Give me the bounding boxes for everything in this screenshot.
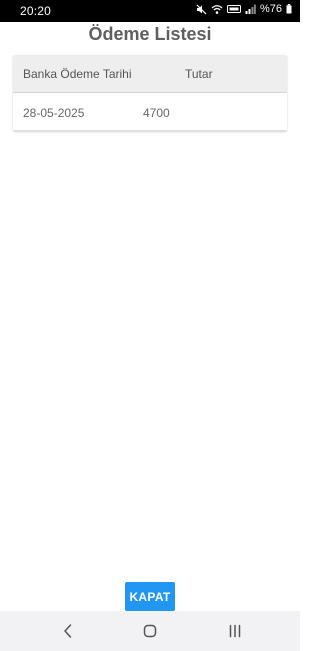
status-time: 20:20: [20, 4, 52, 18]
recents-icon[interactable]: [223, 621, 247, 641]
table-header: Banka Ödeme Tarihi Tutar: [13, 55, 287, 93]
battery-percent: %76: [259, 3, 282, 15]
volte-icon: [226, 4, 241, 14]
battery-icon: [286, 4, 292, 14]
status-icons: %76: [196, 3, 292, 15]
column-header-amount: Tutar: [185, 67, 213, 81]
signal-icon: [245, 4, 256, 14]
cell-amount: 4700: [143, 106, 170, 120]
page-title: Ödeme Listesi: [88, 24, 212, 44]
cell-payment-date: 28-05-2025: [23, 106, 85, 120]
close-button[interactable]: KAPAT: [125, 582, 175, 611]
wifi-icon: [211, 4, 223, 15]
back-icon[interactable]: [56, 621, 80, 641]
status-bar: 20:20 %76: [0, 0, 300, 22]
column-header-bank-payment-date: Banka Ödeme Tarihi: [23, 67, 132, 81]
home-icon[interactable]: [138, 621, 162, 641]
table-row: 28-05-2025 4700: [13, 93, 287, 131]
navigation-bar: [0, 611, 300, 651]
payment-table: Banka Ödeme Tarihi Tutar 28-05-2025 4700: [13, 55, 287, 131]
mute-icon: [196, 4, 207, 15]
